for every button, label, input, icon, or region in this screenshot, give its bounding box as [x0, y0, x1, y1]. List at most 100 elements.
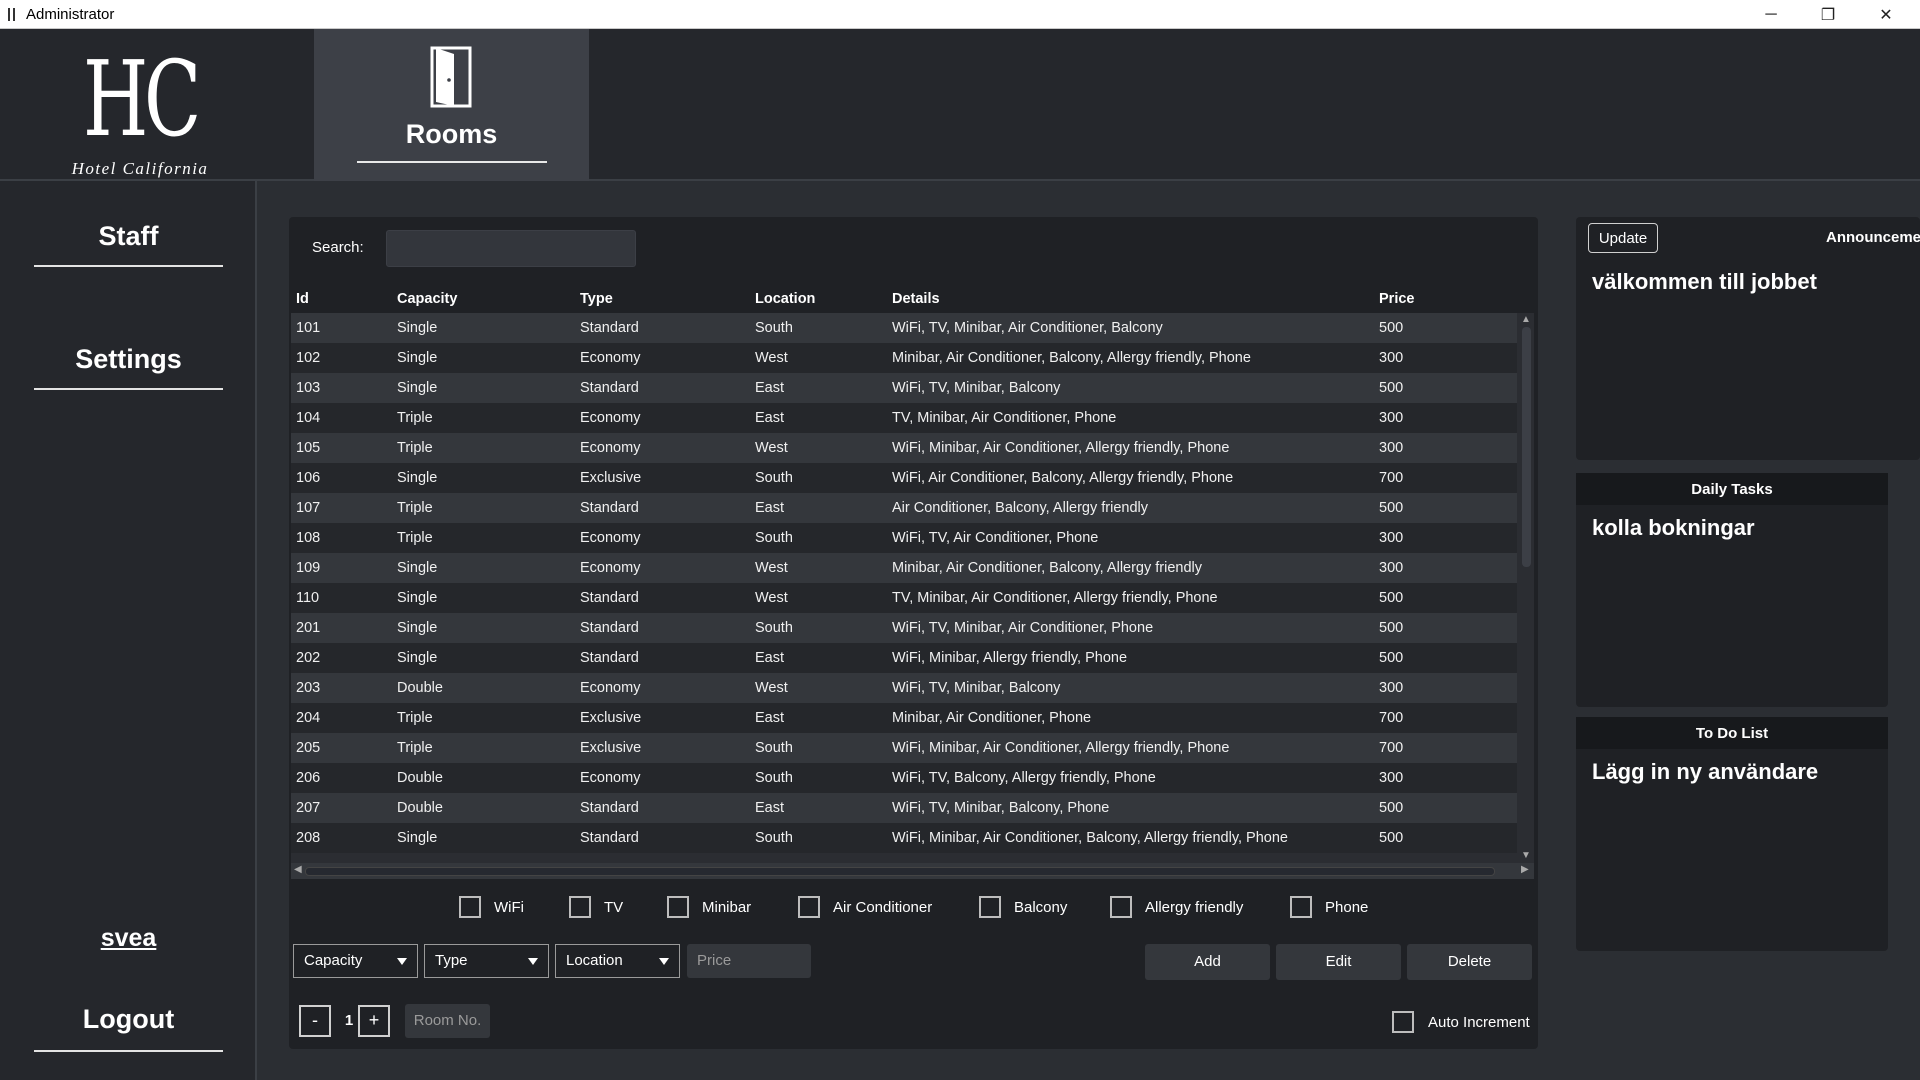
cell-capacity: Single — [397, 350, 438, 366]
checkbox-wifi[interactable]: WiFi — [459, 894, 524, 920]
cell-type: Standard — [580, 620, 639, 636]
checkbox-label: Balcony — [1014, 898, 1068, 916]
checkbox-phone[interactable]: Phone — [1290, 894, 1368, 920]
add-button[interactable]: Add — [1145, 944, 1270, 980]
cell-location: East — [755, 410, 785, 426]
table-row[interactable]: 106 Single Exclusive South WiFi, Air Conditi… — [291, 463, 1517, 493]
sidebar-underline — [34, 1050, 223, 1052]
table-row[interactable]: 110 Single Standard West TV, Minibar, Air Co… — [291, 583, 1517, 613]
checkbox-box[interactable] — [459, 896, 481, 918]
scroll-up-icon[interactable]: ▲ — [1518, 314, 1534, 325]
table-row[interactable]: 206 Double Economy South WiFi, TV, Balcony, … — [291, 763, 1517, 793]
cell-details: Minibar, Air Conditioner, Balcony, Aller… — [892, 560, 1203, 576]
table-row[interactable]: 207 Double Standard East WiFi, TV, Minibar, … — [291, 793, 1517, 823]
checkbox-label: Phone — [1325, 898, 1369, 916]
cell-price: 700 — [1379, 710, 1404, 726]
cell-price: 300 — [1379, 440, 1404, 456]
cell-id: 101 — [296, 320, 321, 336]
search-input[interactable] — [386, 230, 636, 267]
table-row[interactable]: 102 Single Economy West Minibar, Air Conditi… — [291, 343, 1517, 373]
delete-button[interactable]: Delete — [1407, 944, 1532, 980]
table-row[interactable]: 107 Triple Standard East Air Conditioner, Ba… — [291, 493, 1517, 523]
title-bar: Administrator ─ ❐ ✕ — [0, 0, 1920, 29]
sidebar-item-staff[interactable]: Staff — [34, 221, 223, 267]
column-header-id[interactable]: Id — [296, 291, 309, 307]
location-select[interactable]: Location — [555, 944, 680, 978]
cell-id: 106 — [296, 470, 321, 486]
sidebar-item-settings[interactable]: Settings — [34, 344, 223, 390]
column-header-location[interactable]: Location — [755, 291, 815, 307]
checkbox-box[interactable] — [1290, 896, 1312, 918]
checkbox-box[interactable] — [1110, 896, 1132, 918]
checkbox-allergy-friendly[interactable]: Allergy friendly — [1110, 894, 1243, 920]
cell-id: 203 — [296, 680, 321, 696]
checkbox-balcony[interactable]: Balcony — [979, 894, 1067, 920]
cell-type: Standard — [580, 590, 639, 606]
table-row[interactable]: 104 Triple Economy East TV, Minibar, Air Con… — [291, 403, 1517, 433]
scroll-right-icon[interactable]: ▶ — [1521, 864, 1529, 875]
logout-button[interactable]: Logout — [34, 1004, 223, 1052]
current-user-link[interactable]: svea — [34, 924, 223, 953]
vertical-scrollbar[interactable]: ▲ ▼ — [1518, 313, 1534, 863]
tab-rooms[interactable]: Rooms — [314, 29, 589, 181]
cell-id: 107 — [296, 500, 321, 516]
checkbox-box[interactable] — [798, 896, 820, 918]
checkbox-box[interactable] — [569, 896, 591, 918]
checkbox-box[interactable] — [979, 896, 1001, 918]
table-row[interactable]: 204 Triple Exclusive East Minibar, Air Condi… — [291, 703, 1517, 733]
auto-increment-checkbox[interactable]: Auto Increment — [1392, 1011, 1530, 1033]
app-icon — [8, 8, 17, 21]
cell-capacity: Triple — [397, 500, 433, 516]
sidebar-item-label: Settings — [75, 344, 182, 374]
price-input[interactable]: Price — [687, 944, 811, 978]
checkbox-minibar[interactable]: Minibar — [667, 894, 751, 920]
cell-location: South — [755, 770, 793, 786]
column-header-type[interactable]: Type — [580, 291, 613, 307]
edit-button[interactable]: Edit — [1276, 944, 1401, 980]
column-header-details[interactable]: Details — [892, 291, 940, 307]
cell-location: West — [755, 440, 788, 456]
column-header-capacity[interactable]: Capacity — [397, 291, 457, 307]
close-button[interactable]: ✕ — [1858, 0, 1914, 29]
scroll-thumb[interactable] — [1522, 327, 1531, 567]
cell-details: WiFi, Minibar, Air Conditioner, Allergy … — [892, 440, 1230, 456]
table-row[interactable]: 202 Single Standard East WiFi, Minibar, Alle… — [291, 643, 1517, 673]
increment-button[interactable]: + — [358, 1005, 390, 1037]
cell-details: WiFi, Air Conditioner, Balcony, Allergy … — [892, 470, 1234, 486]
scroll-down-icon[interactable]: ▼ — [1518, 850, 1534, 861]
table-row[interactable]: 109 Single Economy West Minibar, Air Conditi… — [291, 553, 1517, 583]
select-value: Location — [566, 952, 623, 969]
table-row[interactable]: 203 Double Economy West WiFi, TV, Minibar, B… — [291, 673, 1517, 703]
checkbox-label: TV — [604, 898, 624, 916]
table-row[interactable]: 103 Single Standard East WiFi, TV, Minibar, … — [291, 373, 1517, 403]
capacity-select[interactable]: Capacity — [293, 944, 418, 978]
table-row[interactable]: 105 Triple Economy West WiFi, Minibar, Air C… — [291, 433, 1517, 463]
cell-price: 500 — [1379, 650, 1404, 666]
scroll-thumb-horizontal[interactable] — [305, 867, 1495, 876]
tab-active-indicator — [357, 161, 547, 163]
cell-capacity: Triple — [397, 740, 433, 756]
table-row[interactable]: 208 Single Standard South WiFi, Minibar, Air… — [291, 823, 1517, 853]
checkbox-box[interactable] — [667, 896, 689, 918]
cell-details: Minibar, Air Conditioner, Balcony, Aller… — [892, 350, 1251, 366]
checkbox-tv[interactable]: TV — [569, 894, 623, 920]
checkbox-box[interactable] — [1392, 1011, 1414, 1033]
cell-details: WiFi, TV, Minibar, Air Conditioner, Balc… — [892, 320, 1163, 336]
column-header-price[interactable]: Price — [1379, 291, 1414, 307]
decrement-button[interactable]: - — [299, 1005, 331, 1037]
room-number-input[interactable]: Room No. — [405, 1004, 490, 1038]
scroll-left-icon[interactable]: ◀ — [294, 864, 302, 875]
cell-location: South — [755, 530, 793, 546]
table-row[interactable]: 205 Triple Exclusive South WiFi, Minibar, Ai… — [291, 733, 1517, 763]
table-row[interactable]: 108 Triple Economy South WiFi, TV, Air Condi… — [291, 523, 1517, 553]
update-button[interactable]: Update — [1588, 223, 1658, 253]
checkbox-air-conditioner[interactable]: Air Conditioner — [798, 894, 932, 920]
type-select[interactable]: Type — [424, 944, 549, 978]
minimize-button[interactable]: ─ — [1743, 0, 1799, 29]
announcements-panel: Update Announceme välkommen till jobbet — [1576, 217, 1920, 460]
restore-button[interactable]: ❐ — [1800, 0, 1856, 29]
table-row[interactable]: 201 Single Standard South WiFi, TV, Minibar,… — [291, 613, 1517, 643]
horizontal-scrollbar[interactable]: ◀ ▶ — [291, 863, 1534, 879]
cell-details: WiFi, Minibar, Air Conditioner, Allergy … — [892, 740, 1230, 756]
table-row[interactable]: 101 Single Standard South WiFi, TV, Minibar,… — [291, 313, 1517, 343]
